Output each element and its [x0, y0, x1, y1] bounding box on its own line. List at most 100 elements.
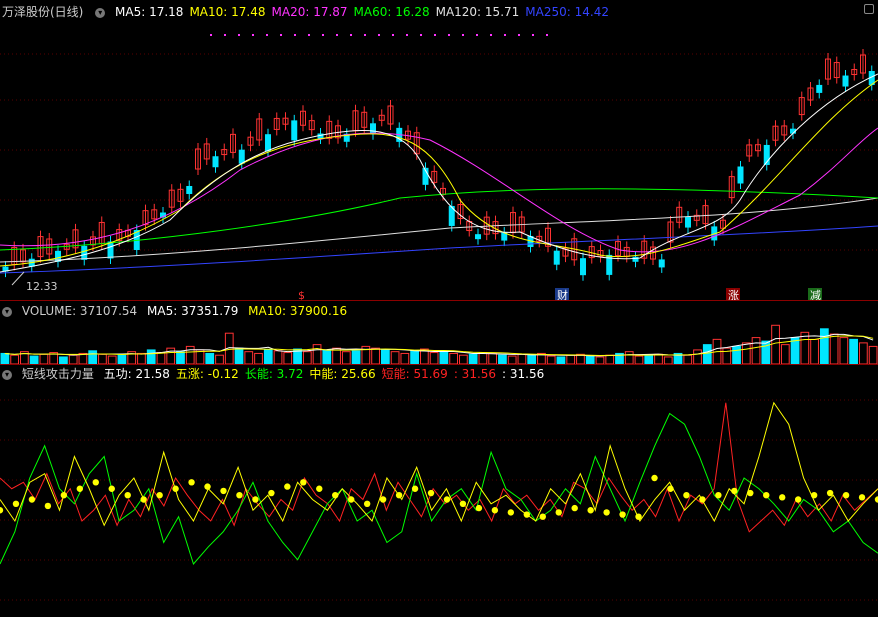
indicator-dot — [236, 492, 243, 499]
volume-bar — [166, 347, 176, 364]
indicator-dot — [523, 511, 530, 518]
candle — [475, 234, 481, 240]
indicator-dot — [156, 492, 163, 499]
indicator-dot — [140, 496, 147, 503]
volume-bar — [702, 344, 712, 364]
indicator-panel-header: ▾ 短线攻击力量 五功: 21.58 五涨: -0.12 长能: 3.72 中能: 2… — [0, 366, 556, 382]
candle — [816, 84, 823, 93]
panel-separator — [0, 300, 878, 301]
volume-bar — [780, 344, 790, 364]
dropdown-chevron-icon[interactable]: ▾ — [2, 306, 12, 317]
volume-bar — [654, 353, 663, 364]
marker-dot — [280, 34, 282, 36]
indicator-dot — [603, 509, 610, 516]
volume-bar — [29, 355, 39, 364]
candle — [212, 156, 219, 168]
volume-bar — [634, 355, 644, 364]
volume-panel-header: ▾ VOLUME: 37107.54 MA5: 37351.79 MA10: 3… — [0, 303, 353, 319]
marker-dot — [336, 34, 338, 36]
volume-bar — [107, 355, 117, 364]
volume-ma10: MA10: 37900.16 — [248, 304, 348, 318]
volume-bar — [663, 356, 673, 364]
volume-bar — [351, 350, 361, 364]
volume-bar — [585, 355, 595, 364]
volume-bar — [185, 345, 195, 364]
volume-bar — [146, 349, 156, 364]
volume-bar — [556, 356, 566, 364]
dropdown-chevron-icon[interactable]: ▾ — [2, 369, 12, 380]
indicator-dot — [411, 485, 419, 492]
indicator-dot — [731, 487, 738, 495]
marker-dot — [238, 34, 240, 36]
volume-bar — [819, 328, 829, 364]
indicator-line — [0, 401, 878, 527]
marker-dot — [378, 34, 380, 36]
indicator-dot — [699, 496, 706, 503]
candle — [842, 75, 849, 87]
price-chart: 12.33 $ 财 涨 减 — [0, 34, 878, 300]
indicator-dot — [12, 500, 20, 507]
indicator-dot — [379, 496, 387, 503]
indicator-dot — [252, 496, 259, 503]
marker-dot — [210, 34, 212, 36]
marker-dot — [350, 34, 352, 36]
indicator-dot — [747, 489, 754, 497]
volume-bar — [341, 351, 351, 364]
volume-bar — [39, 353, 49, 364]
volume-bar — [868, 345, 878, 364]
volume-bar — [410, 350, 419, 364]
candle — [580, 258, 586, 276]
volume-bar — [478, 352, 488, 364]
candle — [553, 250, 560, 265]
volume-bar — [380, 349, 390, 364]
ma5-line — [0, 73, 878, 273]
volume-bar — [439, 351, 449, 364]
volume-bar — [849, 338, 858, 364]
indicator-dot — [619, 511, 626, 518]
indicator-dot — [284, 483, 291, 490]
indicator-dot — [44, 502, 52, 510]
indicator-dot — [188, 479, 195, 486]
volume-bar — [468, 353, 478, 364]
candle — [81, 245, 88, 260]
indicator-dot — [858, 494, 866, 501]
volume-bar — [722, 347, 732, 364]
volume-bar — [517, 353, 527, 364]
candle — [238, 149, 245, 164]
volume-bar — [527, 354, 537, 364]
indicator-dot — [220, 487, 227, 495]
candle — [501, 232, 508, 241]
volume-bar — [741, 342, 751, 364]
indicator-dot — [427, 489, 435, 497]
candle — [370, 123, 376, 135]
volume-bar — [117, 354, 127, 364]
marker-dot — [518, 34, 520, 36]
indicator-dot — [363, 500, 371, 507]
candle — [265, 134, 271, 152]
candle — [107, 241, 114, 259]
indicator-dot — [172, 485, 179, 492]
marker-dot — [266, 34, 268, 36]
event-label: $ — [298, 289, 305, 300]
indicator-legend: 五功: 21.58 五涨: -0.12 长能: 3.72 中能: 25.66 短能: 5… — [104, 367, 551, 381]
indicator-dot — [683, 492, 690, 499]
panel-separator — [0, 364, 878, 365]
candle — [291, 120, 298, 141]
indicator-dot — [300, 479, 307, 486]
indicator-legend-item: 五功: 21.58 — [103, 367, 170, 381]
volume-bar — [302, 351, 312, 364]
volume-bar — [312, 344, 322, 364]
volume-bar — [322, 349, 332, 364]
indicator-dot — [92, 479, 99, 486]
indicator-dot — [763, 492, 770, 499]
indicator-dot — [667, 485, 674, 492]
indicator-dot — [316, 485, 323, 492]
marker-dot — [476, 34, 478, 36]
marker-dot — [294, 34, 296, 36]
marker-dot — [448, 34, 450, 36]
indicator-title: 短线攻击力量 — [21, 367, 94, 381]
indicator-dot — [332, 492, 339, 499]
volume-bar — [761, 340, 771, 364]
volume-bar — [88, 350, 98, 364]
volume-chart — [0, 324, 878, 364]
